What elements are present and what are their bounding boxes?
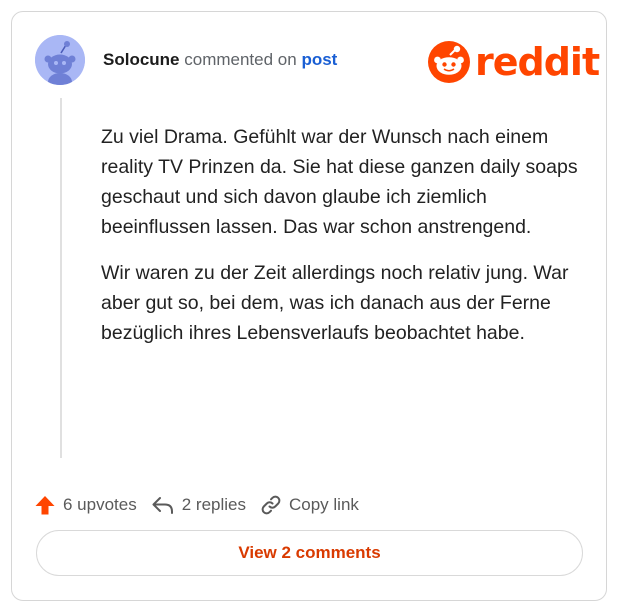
reddit-logo-icon [428,41,470,83]
username-link[interactable]: Solocune [103,50,180,69]
replies-count: 2 replies [181,495,246,514]
action-text: commented on [184,50,297,69]
copy-link-label: Copy link [289,495,359,514]
comment-body: Zu viel Drama. Gefühlt war der Wunsch na… [101,122,581,364]
snoo-avatar-icon [35,35,85,85]
reddit-wordmark: reddit [475,40,600,84]
comment-header: Solocune commented on post [103,50,337,70]
copy-link-button[interactable]: Copy link [260,494,359,516]
upvote-count: 6 upvotes [63,495,137,514]
user-avatar[interactable] [35,35,85,85]
link-icon [261,495,281,515]
reply-icon [152,497,173,514]
thread-line [60,98,62,458]
upvote-button[interactable]: 6 upvotes [34,494,137,516]
comment-card: Solocune commented on post reddit Zu vie… [11,11,607,601]
action-bar: 6 upvotes 2 replies Copy link [34,494,373,516]
comment-paragraph: Zu viel Drama. Gefühlt war der Wunsch na… [101,126,578,238]
comment-paragraph: Wir waren zu der Zeit allerdings noch re… [101,262,569,344]
upvote-arrow-icon [35,496,55,515]
replies-button[interactable]: 2 replies [151,494,246,516]
post-link[interactable]: post [301,50,337,69]
view-comments-button[interactable]: View 2 comments [36,530,583,576]
reddit-logo[interactable]: reddit [427,40,600,84]
